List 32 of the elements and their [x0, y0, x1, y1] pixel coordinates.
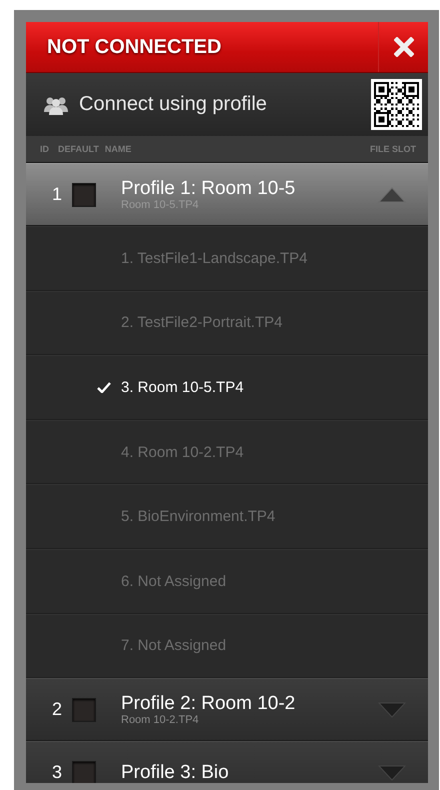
profile-name: Profile 3: Bio: [121, 762, 230, 783]
column-header: ID: [40, 144, 49, 154]
default-checkbox[interactable]: [72, 182, 96, 206]
profile-id: 2: [50, 699, 63, 720]
qr-code-icon[interactable]: [371, 79, 422, 130]
users-icon: [43, 94, 69, 114]
file-slot-item[interactable]: 7. Not Assigned: [26, 614, 428, 678]
connect-label: Connect using profile: [79, 93, 268, 116]
default-checkbox[interactable]: [72, 698, 96, 722]
profile-row[interactable]: 2 Profile 2: Room 10-2 Room 10-2.TP4: [26, 678, 428, 742]
file-slot-item[interactable]: 1. TestFile1-Landscape.TP4: [26, 226, 428, 291]
close-icon: [394, 37, 414, 57]
file-slot-item[interactable]: 4. Room 10-2.TP4: [26, 420, 428, 484]
file-slot-item[interactable]: 5. BioEnvironment.TP4: [26, 484, 428, 549]
file-slot-item[interactable]: 3. Room 10-5.TP4: [26, 355, 428, 420]
profile-name: Profile 1: Room 10-5: [121, 178, 296, 198]
profile-id: 3: [50, 762, 63, 783]
expand-arrow-icon[interactable]: [378, 764, 406, 781]
collapse-arrow-icon[interactable]: [378, 186, 406, 202]
file-slot-item[interactable]: 6. Not Assigned: [26, 548, 428, 614]
profile-row[interactable]: 3 Profile 3: Bio: [26, 741, 428, 783]
default-checkbox[interactable]: [72, 760, 96, 783]
profile-name: Profile 2: Room 10-2: [121, 692, 296, 714]
column-header: DEFAULT: [58, 144, 99, 154]
profile-id: 1: [50, 184, 63, 205]
file-slot-item[interactable]: 2. TestFile2-Portrait.TP4: [26, 290, 428, 356]
profile-file: Room 10-2.TP4: [121, 714, 200, 727]
connection-status-title: NOT CONNECTED: [46, 36, 222, 58]
check-icon: [97, 382, 111, 393]
expand-arrow-icon[interactable]: [378, 702, 406, 718]
column-header: FILE SLOT: [370, 144, 416, 154]
column-header: NAME: [104, 144, 132, 154]
